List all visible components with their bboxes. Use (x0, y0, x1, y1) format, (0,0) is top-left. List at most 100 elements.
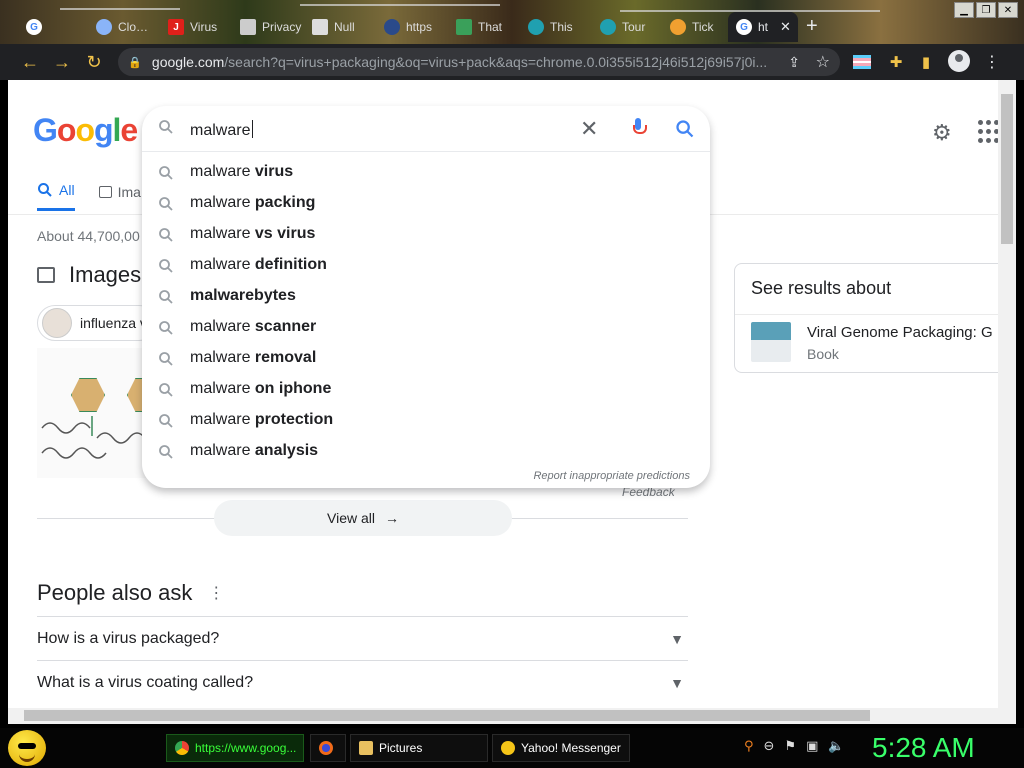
google-logo[interactable]: Google (33, 112, 138, 149)
folder-icon (359, 741, 373, 755)
forward-arrow-icon[interactable]: → (46, 46, 78, 78)
suggestion-item[interactable]: malware removal (142, 343, 710, 374)
clock[interactable]: 5:28 AM (872, 732, 975, 764)
microphone-icon[interactable] (632, 118, 647, 138)
browser-tab[interactable]: This (520, 12, 592, 42)
taskbar-item-pictures[interactable]: Pictures (350, 734, 488, 762)
new-tab-button[interactable]: + (806, 15, 818, 38)
search-icon (159, 120, 173, 134)
book-type-label: Book (807, 346, 839, 362)
browser-tab[interactable]: Tour (592, 12, 664, 42)
volume-icon[interactable]: 🔈 (828, 738, 844, 754)
close-window-icon[interactable]: ✕ (998, 2, 1018, 18)
suggestion-item[interactable]: malware scanner (142, 312, 710, 343)
reload-icon[interactable]: ↻ (78, 46, 110, 78)
lock-icon: 🔒 (128, 56, 142, 69)
search-icon (159, 445, 173, 459)
side-panel-icon[interactable]: ▮ (916, 52, 936, 72)
search-icon (159, 352, 173, 366)
wallpaper-streak (60, 8, 180, 10)
globe-icon (384, 19, 400, 35)
firefox-icon (319, 741, 333, 755)
image-filter-chip[interactable]: influenza v (37, 305, 157, 341)
search-tabs: All Ima (37, 182, 141, 211)
image-result-thumbnail[interactable] (37, 348, 157, 478)
google-icon: G (736, 19, 752, 35)
report-predictions-link[interactable]: Report inappropriate predictions (533, 470, 690, 482)
scroll-thumb[interactable] (24, 710, 870, 721)
wallpaper-streak (300, 4, 500, 6)
text-cursor (252, 120, 254, 138)
url-host: google.com (151, 54, 225, 70)
back-arrow-icon[interactable]: ← (14, 46, 46, 78)
browser-tab[interactable]: Privacy (232, 12, 304, 42)
search-autocomplete-dropdown: malware ✕ malware virus malware packing … (142, 106, 710, 488)
cloud-icon (96, 19, 112, 35)
share-icon[interactable]: ⇪ (788, 54, 800, 71)
image-icon (98, 185, 112, 198)
search-icon[interactable]: ⚲ (744, 738, 754, 754)
network-icon[interactable]: ▣ (806, 738, 818, 754)
profile-avatar[interactable] (948, 50, 970, 72)
suggestion-item[interactable]: malwarebytes (142, 281, 710, 312)
bookmark-star-icon[interactable]: ☆ (816, 52, 830, 72)
taskbar: https://www.goog... Pictures Yahoo! Mess… (0, 728, 1024, 768)
browser-tab[interactable]: Null (304, 12, 376, 42)
scroll-thumb[interactable] (1001, 94, 1013, 244)
images-section-heading: Images (37, 262, 141, 288)
suggestion-item[interactable]: malware analysis (142, 436, 710, 467)
book-title-link[interactable]: Viral Genome Packaging: G (807, 324, 993, 341)
search-icon (159, 383, 173, 397)
taskbar-item-messenger[interactable]: Yahoo! Messenger (492, 734, 630, 762)
extensions-puzzle-icon[interactable]: ✚ (886, 52, 906, 72)
address-bar[interactable]: 🔒 google.com /search?q=virus+packaging&o… (118, 48, 840, 76)
search-icon (159, 166, 173, 180)
browser-tab[interactable]: G (18, 12, 88, 42)
smiley-icon (501, 741, 515, 755)
close-tab-icon[interactable]: ✕ (780, 19, 791, 35)
no-entry-icon[interactable]: ⊖ (764, 738, 775, 754)
search-icon (159, 414, 173, 428)
taskbar-item-browser[interactable]: https://www.goog... (166, 734, 304, 762)
suggestion-item[interactable]: malware protection (142, 405, 710, 436)
question-row[interactable]: How is a virus packaged? ▼ (37, 616, 688, 660)
browser-tab-active[interactable]: G ht ✕ (728, 12, 798, 42)
view-all-button[interactable]: View all → (214, 500, 512, 536)
page-icon (312, 19, 328, 35)
search-submit-icon[interactable] (675, 119, 695, 139)
more-options-icon[interactable]: ⋮ (208, 583, 224, 603)
page-icon (240, 19, 256, 35)
browser-tab[interactable]: J Virus (160, 12, 232, 42)
vertical-scrollbar[interactable] (998, 80, 1016, 708)
browser-toolbar: ← → ↻ 🔒 google.com /search?q=virus+packa… (0, 44, 1024, 80)
book-cover-thumbnail[interactable] (751, 322, 791, 362)
chevron-down-icon: ▼ (670, 674, 684, 691)
taskbar-item-firefox[interactable] (310, 734, 346, 762)
browser-tab[interactable]: Clo… (88, 12, 160, 42)
search-icon (38, 183, 52, 197)
chip-thumbnail (42, 308, 72, 338)
flag-icon[interactable]: ⚑ (784, 738, 796, 754)
question-row[interactable]: What is a virus coating called? ▼ (37, 660, 688, 704)
browser-tab[interactable]: https (376, 12, 448, 42)
browser-menu-icon[interactable]: ⋮ (984, 52, 1000, 72)
start-button-smiley-icon[interactable] (8, 730, 46, 766)
tab-all[interactable]: All (37, 182, 75, 211)
search-input[interactable]: malware (190, 120, 254, 140)
minimize-icon[interactable]: ▁ (954, 2, 974, 18)
suggestion-item[interactable]: malware vs virus (142, 219, 710, 250)
browser-tab[interactable]: Tick (662, 12, 728, 42)
horizontal-scrollbar[interactable] (8, 708, 1016, 724)
settings-gear-icon[interactable]: ⚙ (932, 120, 956, 145)
extension-flag-icon[interactable] (852, 52, 872, 72)
clear-search-icon[interactable]: ✕ (580, 116, 598, 142)
suggestion-item[interactable]: malware definition (142, 250, 710, 281)
suggestion-item[interactable]: malware virus (142, 157, 710, 188)
tab-images[interactable]: Ima (98, 182, 141, 211)
suggestion-item[interactable]: malware packing (142, 188, 710, 219)
image-icon (37, 267, 55, 283)
see-results-about-card: See results about Viral Genome Packaging… (734, 263, 1016, 373)
browser-tab[interactable]: That (448, 12, 520, 42)
suggestion-item[interactable]: malware on iphone (142, 374, 710, 405)
maximize-icon[interactable]: ❐ (976, 2, 996, 18)
